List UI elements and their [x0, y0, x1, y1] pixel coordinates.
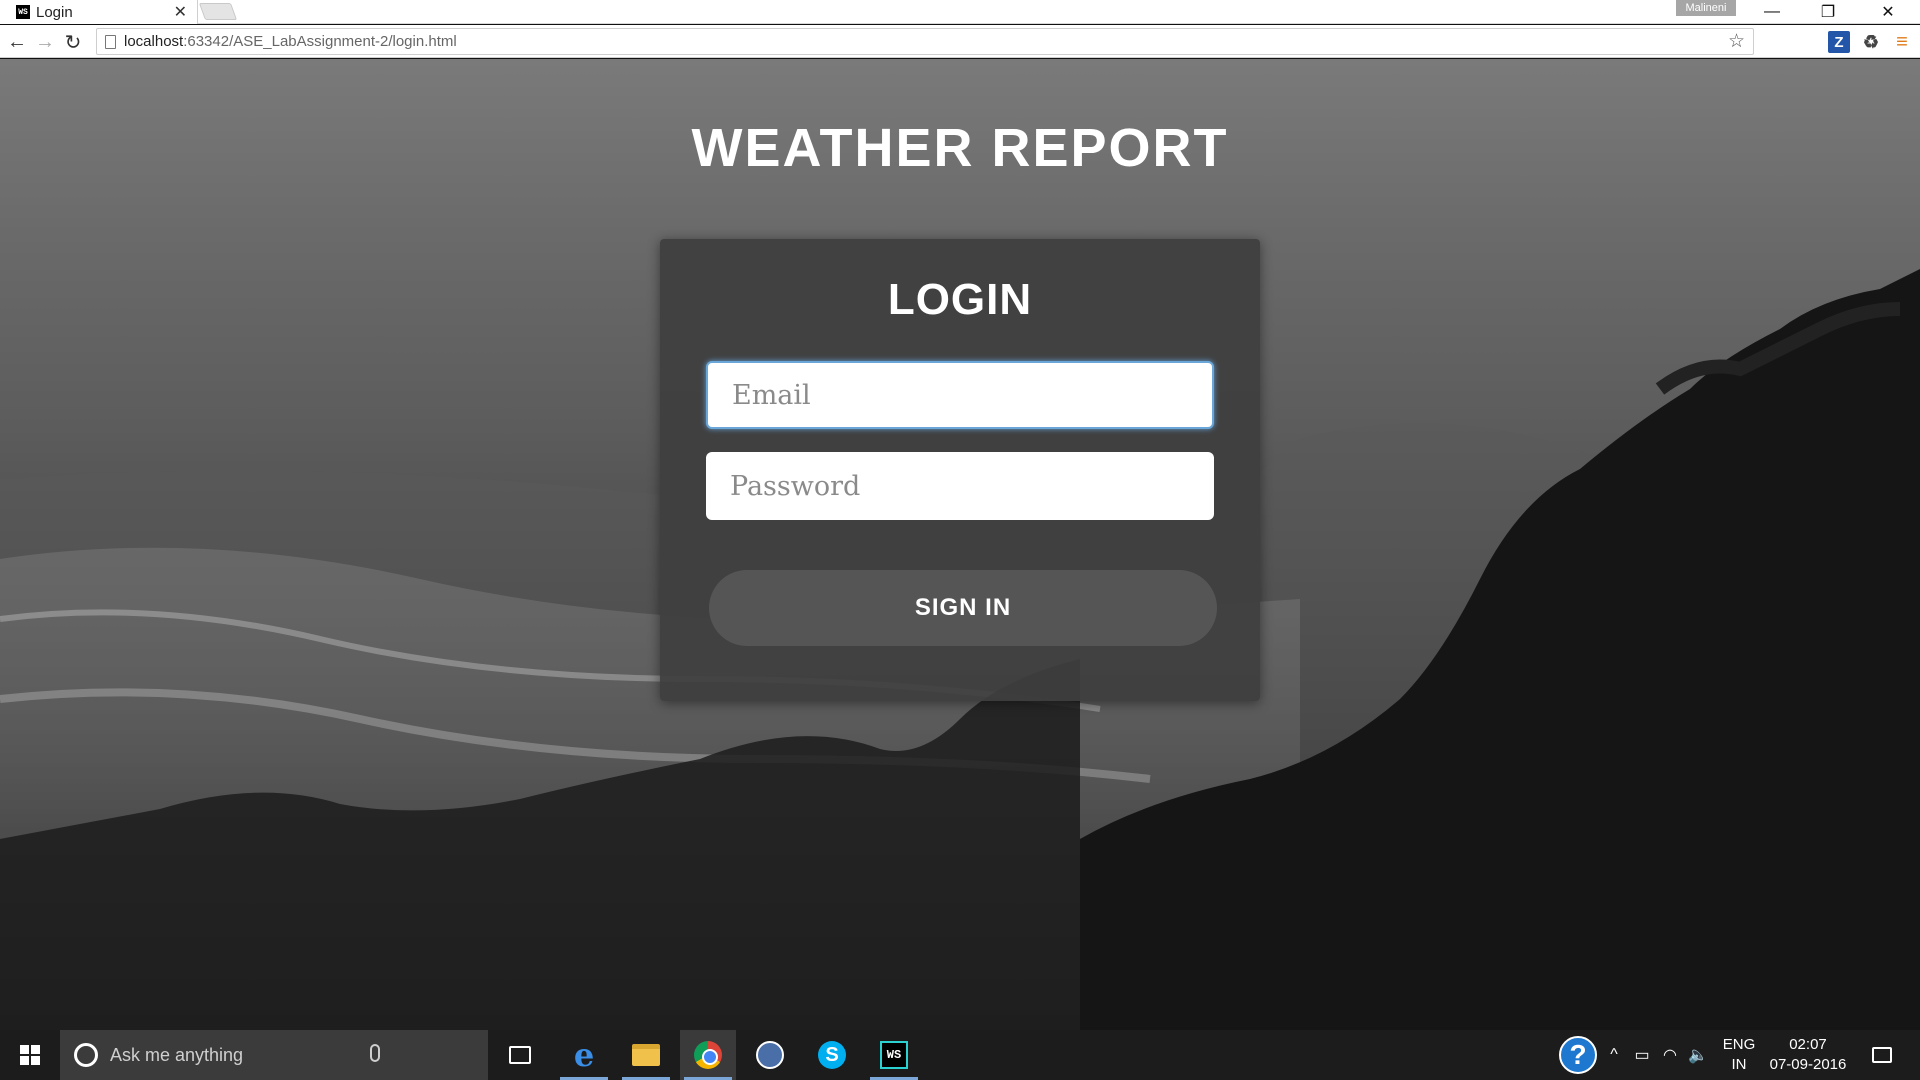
clock[interactable]: 02:07 07-09-2016 [1764, 1030, 1852, 1080]
reload-icon[interactable]: ↻ [60, 29, 86, 55]
forward-icon[interactable]: → [32, 29, 58, 55]
start-button[interactable] [0, 1030, 60, 1080]
page-background: WEATHER REPORT LOGIN SIGN IN [0, 59, 1920, 1030]
tab-title: Login [36, 3, 73, 21]
app-icon [756, 1041, 784, 1069]
tab-strip: WS Login ✕ Malineni — ❐ ✕ [0, 0, 1920, 24]
action-center-button[interactable] [1862, 1030, 1902, 1080]
skype-icon: S [818, 1041, 846, 1069]
login-heading: LOGIN [887, 275, 1033, 324]
app-taskbar-button[interactable] [742, 1030, 798, 1080]
webstorm-favicon-icon: WS [16, 5, 30, 19]
tab-login[interactable]: WS Login ✕ [0, 0, 198, 24]
task-view-icon [509, 1046, 531, 1064]
volume-icon[interactable]: 🔈 [1684, 1030, 1712, 1080]
chrome-menu-icon[interactable]: ≡ [1891, 31, 1913, 53]
profile-badge[interactable]: Malineni [1676, 0, 1736, 16]
back-icon[interactable]: ← [4, 29, 30, 55]
help-tray-button[interactable]: ? [1556, 1030, 1600, 1080]
page-icon [105, 34, 116, 49]
clock-date: 07-09-2016 [1769, 1056, 1847, 1073]
login-card: LOGIN SIGN IN [660, 239, 1260, 701]
webstorm-icon: WS [880, 1041, 908, 1069]
language-indicator[interactable]: ENG IN [1716, 1030, 1762, 1080]
close-tab-icon[interactable]: ✕ [174, 2, 187, 22]
recycle-extension-icon[interactable]: ♻ [1860, 31, 1882, 53]
cortana-search-box[interactable]: Ask me anything [60, 1030, 488, 1080]
close-window-icon[interactable]: ✕ [1860, 0, 1916, 24]
address-bar[interactable]: localhost:63342/ASE_LabAssignment-2/logi… [96, 28, 1754, 55]
notification-icon [1872, 1047, 1892, 1063]
clock-time: 02:07 [1789, 1036, 1827, 1053]
microphone-icon[interactable] [370, 1044, 380, 1062]
show-hidden-icons-chevron-icon[interactable]: ^ [1600, 1030, 1628, 1080]
help-icon: ? [1559, 1036, 1597, 1074]
new-tab-button[interactable] [198, 3, 238, 20]
lang-line1: ENG [1722, 1036, 1756, 1053]
url-path: :63342/ASE_LabAssignment-2/login.html [183, 33, 457, 50]
file-explorer-taskbar-button[interactable] [618, 1030, 674, 1080]
edge-taskbar-button[interactable]: e [556, 1030, 612, 1080]
windows-logo-icon [20, 1045, 40, 1065]
battery-icon[interactable]: ▭ [1628, 1030, 1656, 1080]
password-field[interactable] [706, 452, 1214, 520]
folder-icon [632, 1044, 660, 1066]
lang-line2: IN [1731, 1056, 1747, 1073]
browser-toolbar: ← → ↻ localhost:63342/ASE_LabAssignment-… [0, 25, 1920, 58]
edge-icon: e [573, 1036, 595, 1074]
webstorm-taskbar-button[interactable]: WS [866, 1030, 922, 1080]
cortana-icon [74, 1043, 98, 1067]
chrome-icon [694, 1041, 722, 1069]
bookmark-star-icon[interactable]: ☆ [1728, 30, 1745, 53]
site-title: WEATHER REPORT [691, 118, 1229, 178]
url-host: localhost [124, 33, 184, 50]
taskbar: Ask me anything e S WS ? ^ ▭ ◠ 🔈 ENG IN … [0, 1030, 1920, 1080]
search-placeholder: Ask me anything [110, 1044, 244, 1065]
minimize-icon[interactable]: — [1744, 0, 1800, 24]
restore-icon[interactable]: ❐ [1800, 0, 1856, 24]
zotero-extension-icon[interactable]: Z [1828, 31, 1850, 53]
skype-taskbar-button[interactable]: S [804, 1030, 860, 1080]
wifi-icon[interactable]: ◠ [1656, 1030, 1684, 1080]
task-view-button[interactable] [492, 1030, 548, 1080]
sign-in-button[interactable]: SIGN IN [709, 570, 1217, 646]
email-field[interactable] [706, 361, 1214, 429]
chrome-taskbar-button[interactable] [680, 1030, 736, 1080]
